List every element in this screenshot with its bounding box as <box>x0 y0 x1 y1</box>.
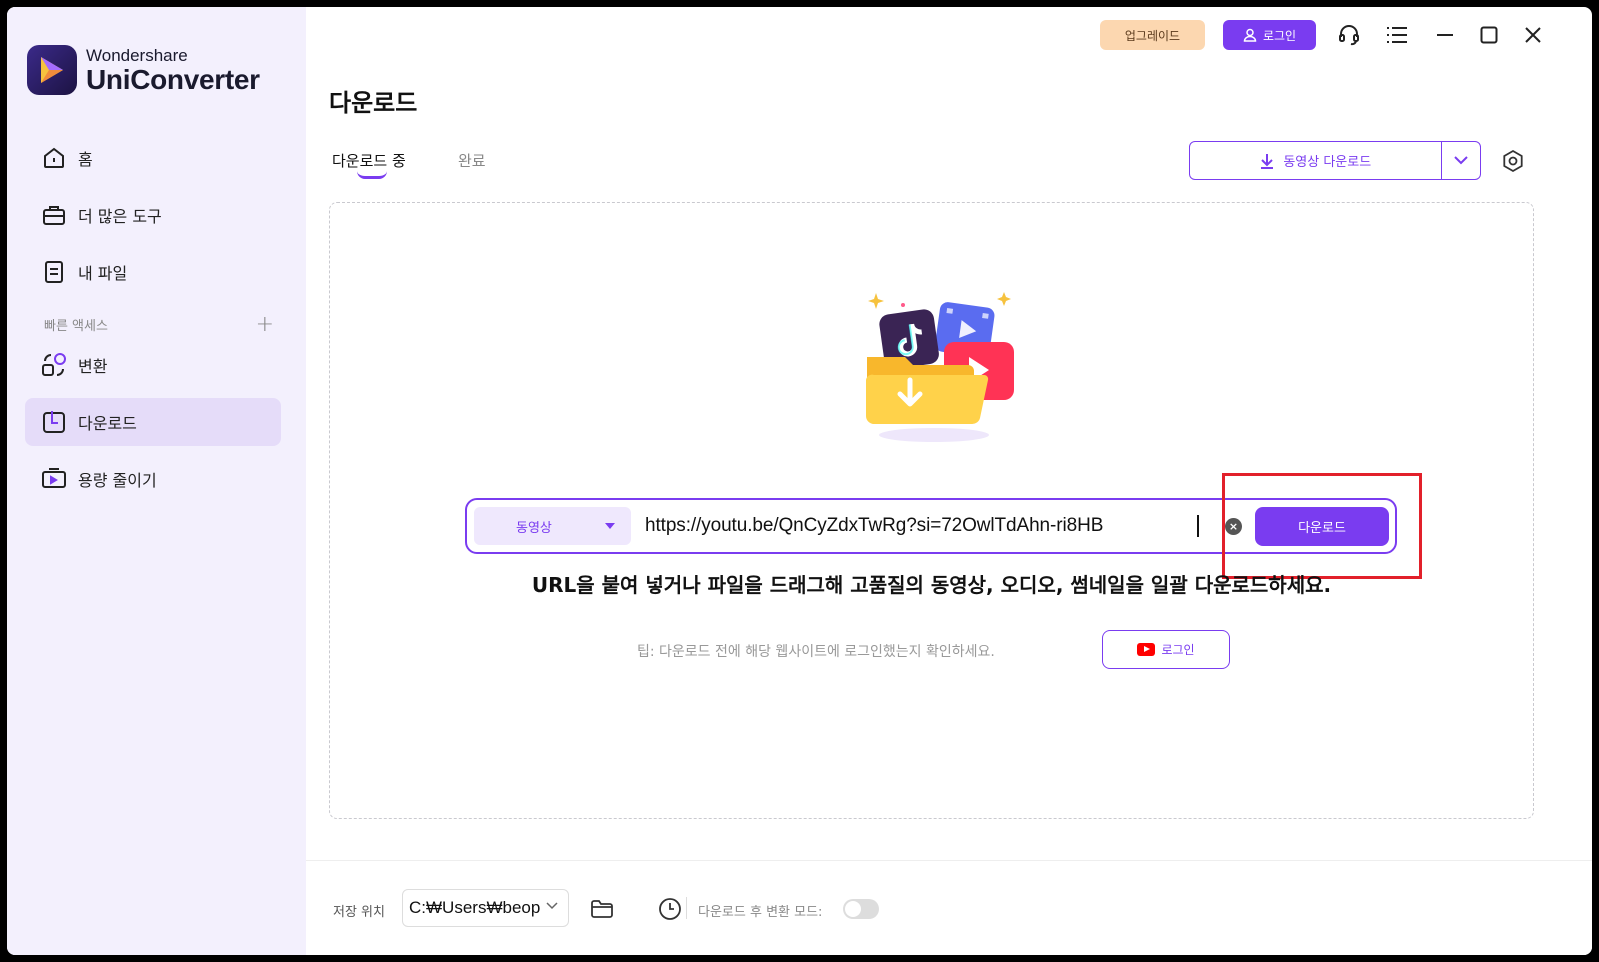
quick-access-label: 빠른 액세스 <box>44 319 108 334</box>
file-icon <box>40 258 68 286</box>
sidebar-item-label: 다운로드 <box>78 414 137 433</box>
video-download-button[interactable]: 동영상 다운로드 <box>1190 142 1441 179</box>
schedule-clock-icon[interactable] <box>657 896 683 922</box>
highlight-annotation-box <box>1222 473 1422 579</box>
login-button-label: 로그인 <box>1262 28 1297 43</box>
open-folder-icon[interactable] <box>589 896 615 922</box>
page-title: 다운로드 <box>329 89 418 117</box>
sidebar-item-label: 변환 <box>78 357 108 376</box>
youtube-login-label: 로그인 <box>1161 643 1195 657</box>
user-icon <box>1243 28 1257 42</box>
convert-mode-toggle[interactable] <box>843 899 879 919</box>
convert-mode-label: 다운로드 후 변환 모드: <box>698 905 823 920</box>
footer-divider <box>686 897 687 919</box>
video-download-split-button: 동영상 다운로드 <box>1189 141 1481 180</box>
media-type-value: 동영상 <box>516 520 552 536</box>
download-hero-illustration <box>865 292 1014 442</box>
uniconverter-logo-icon <box>27 45 77 95</box>
upgrade-button[interactable]: 업그레이드 <box>1100 20 1205 50</box>
media-type-select[interactable]: 동영상 <box>474 507 631 545</box>
text-caret <box>1197 515 1199 537</box>
sidebar-item-label: 홈 <box>78 150 93 169</box>
home-icon <box>40 144 68 172</box>
chevron-down-icon <box>1454 156 1468 165</box>
maximize-icon[interactable] <box>1475 21 1503 49</box>
brand-subtitle: Wondershare <box>86 45 188 65</box>
video-download-dropdown[interactable] <box>1442 142 1480 179</box>
sidebar-item-more-tools[interactable]: 더 많은 도구 <box>25 191 281 239</box>
compress-icon <box>40 465 68 493</box>
sidebar-item-label: 더 많은 도구 <box>78 207 162 226</box>
app-logo: Wondershare UniConverter <box>27 45 260 95</box>
settings-gear-icon[interactable] <box>1499 147 1527 175</box>
save-location-label: 저장 위치 <box>333 905 385 920</box>
sidebar: Wondershare UniConverter 홈 더 많은 도구 내 파일 … <box>7 7 306 955</box>
login-tip: 팁: 다운로드 전에 해당 웹사이트에 로그인했는지 확인하세요. <box>637 644 995 660</box>
login-button[interactable]: 로그인 <box>1223 20 1316 50</box>
menu-list-icon[interactable] <box>1383 21 1411 49</box>
minimize-icon[interactable] <box>1431 21 1459 49</box>
toolbox-icon <box>40 201 68 229</box>
app-window: Wondershare UniConverter 홈 더 많은 도구 내 파일 … <box>7 7 1592 955</box>
video-download-label: 동영상 다운로드 <box>1283 155 1372 170</box>
support-headset-icon[interactable] <box>1335 21 1363 49</box>
chevron-down-icon <box>546 902 558 910</box>
sidebar-item-label: 내 파일 <box>78 264 128 283</box>
tab-completed[interactable]: 완료 <box>458 150 486 171</box>
caret-down-icon <box>605 523 615 529</box>
dropzone-instruction: URL을 붙여 넣거나 파일을 드래그해 고품질의 동영상, 오디오, 썸네일을… <box>531 573 1332 597</box>
url-input[interactable] <box>645 507 1205 545</box>
download-nav-icon <box>40 408 68 436</box>
active-tab-indicator <box>357 171 387 179</box>
sidebar-item-compress[interactable]: 용량 줄이기 <box>25 455 281 503</box>
save-path-value: C:₩Users₩beop <box>409 898 541 917</box>
download-icon <box>1261 153 1274 169</box>
tab-downloading[interactable]: 다운로드 중 <box>332 150 406 171</box>
sidebar-item-my-files[interactable]: 내 파일 <box>25 248 281 296</box>
footer-bar: 저장 위치 C:₩Users₩beop 다운로드 후 변환 모드: <box>306 860 1592 955</box>
sidebar-item-convert[interactable]: 변환 <box>25 341 281 389</box>
close-icon[interactable] <box>1519 21 1547 49</box>
brand-title: UniConverter <box>86 63 260 95</box>
sidebar-item-label: 용량 줄이기 <box>78 471 157 490</box>
sidebar-item-download[interactable]: 다운로드 <box>25 398 281 446</box>
sidebar-item-home[interactable]: 홈 <box>25 134 281 182</box>
save-path-select[interactable]: C:₩Users₩beop <box>402 889 569 927</box>
quick-access-header: 빠른 액세스 + <box>44 312 274 337</box>
convert-icon <box>40 351 68 379</box>
add-quick-access-button[interactable]: + <box>256 312 274 337</box>
youtube-icon <box>1137 643 1156 656</box>
youtube-login-button[interactable]: 로그인 <box>1102 630 1230 669</box>
